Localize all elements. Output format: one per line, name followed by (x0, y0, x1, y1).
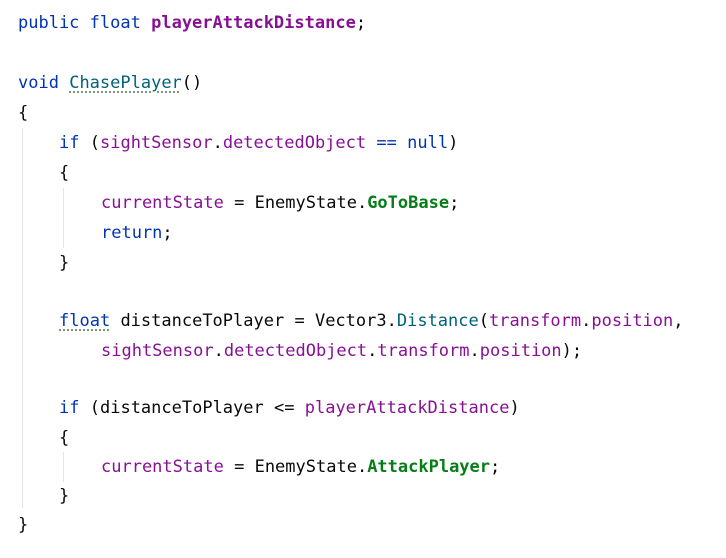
code-line-14[interactable]: } (59, 481, 69, 511)
semicolon: ; (490, 457, 501, 477)
operator-less-equal: <= (274, 398, 295, 418)
code-line-15[interactable]: } (18, 510, 28, 540)
dot: . (367, 341, 378, 361)
detected-object: detectedObject (222, 133, 367, 153)
code-editor[interactable]: public float playerAttackDistance; void … (0, 0, 726, 558)
close-brace: } (18, 515, 29, 535)
close-paren-semicolon: ); (561, 341, 583, 361)
transform: transform (489, 311, 582, 331)
code-line-10[interactable]: sightSensor.detectedObject.transform.pos… (101, 336, 582, 366)
current-state: currentState (101, 193, 224, 213)
code-line-12[interactable]: { (59, 423, 69, 453)
enum-value-go-to-base: GoToBase (367, 193, 450, 213)
open-brace: { (59, 163, 70, 183)
assign-operator: = (234, 457, 245, 477)
enum-type: EnemyState (254, 457, 357, 477)
code-line-1[interactable]: public float playerAttackDistance; (18, 8, 366, 38)
position: position (591, 311, 674, 331)
semicolon: ; (355, 13, 367, 33)
dot: . (213, 341, 224, 361)
sight-sensor: sightSensor (99, 133, 213, 153)
dot: . (356, 457, 368, 477)
code-line-6[interactable]: currentState = EnemyState.GoToBase; (101, 188, 459, 218)
semicolon: ; (162, 223, 173, 243)
dot: . (469, 341, 480, 361)
assign-operator: = (294, 311, 305, 331)
open-paren: ( (89, 398, 100, 418)
dot: . (212, 133, 223, 153)
assign-operator: = (234, 193, 245, 213)
code-line-11[interactable]: if (distanceToPlayer <= playerAttackDist… (59, 393, 520, 423)
var-distance-to-player: distanceToPlayer (120, 311, 285, 331)
transform: transform (377, 341, 470, 361)
comma: , (673, 311, 684, 331)
dot: . (581, 311, 592, 331)
semicolon: ; (449, 193, 460, 213)
var-distance-to-player: distanceToPlayer (99, 398, 264, 418)
dot: . (386, 311, 397, 331)
operator-equals: == (376, 133, 397, 153)
sight-sensor: sightSensor (101, 341, 214, 361)
field-player-attack-distance: playerAttackDistance (151, 13, 356, 33)
method-distance: Distance (396, 311, 479, 331)
keyword-if: if (59, 133, 80, 153)
method-parens: () (181, 73, 203, 93)
code-line-13[interactable]: currentState = EnemyState.AttackPlayer; (101, 452, 500, 482)
detected-object: detectedObject (223, 341, 368, 361)
code-line-5[interactable]: { (59, 158, 69, 188)
indent-guide-outer (22, 128, 23, 508)
enum-value-attack-player: AttackPlayer (367, 457, 491, 477)
close-brace: } (59, 253, 70, 273)
close-brace: } (59, 486, 70, 506)
code-line-7[interactable]: return; (101, 218, 173, 248)
keyword-float: float (89, 13, 141, 33)
position: position (479, 341, 562, 361)
code-line-2[interactable]: void ChasePlayer() (18, 68, 202, 98)
code-line-8[interactable]: } (59, 248, 69, 278)
keyword-float[interactable]: float (59, 311, 110, 331)
keyword-if: if (59, 398, 80, 418)
code-line-4[interactable]: if (sightSensor.detectedObject == null) (59, 128, 458, 158)
keyword-void: void (18, 73, 59, 93)
close-paren: ) (509, 398, 520, 418)
class-vector3: Vector3 (314, 311, 387, 331)
keyword-public: public (18, 13, 80, 33)
indent-guide-inner-2 (63, 452, 64, 482)
enum-type: EnemyState (254, 193, 357, 213)
code-line-9[interactable]: float distanceToPlayer = Vector3.Distanc… (59, 306, 684, 336)
open-paren: ( (478, 311, 489, 331)
dot: . (356, 193, 368, 213)
keyword-return: return (101, 223, 163, 243)
indent-guide-inner-1 (63, 188, 64, 248)
open-brace: { (18, 103, 29, 123)
method-name-chase-player[interactable]: ChasePlayer (69, 73, 182, 93)
close-paren: ) (448, 133, 459, 153)
open-brace: { (59, 428, 70, 448)
current-state: currentState (101, 457, 224, 477)
open-paren: ( (89, 133, 100, 153)
field-player-attack-distance: playerAttackDistance (304, 398, 510, 418)
keyword-null: null (407, 133, 449, 153)
code-line-3[interactable]: { (18, 98, 28, 128)
